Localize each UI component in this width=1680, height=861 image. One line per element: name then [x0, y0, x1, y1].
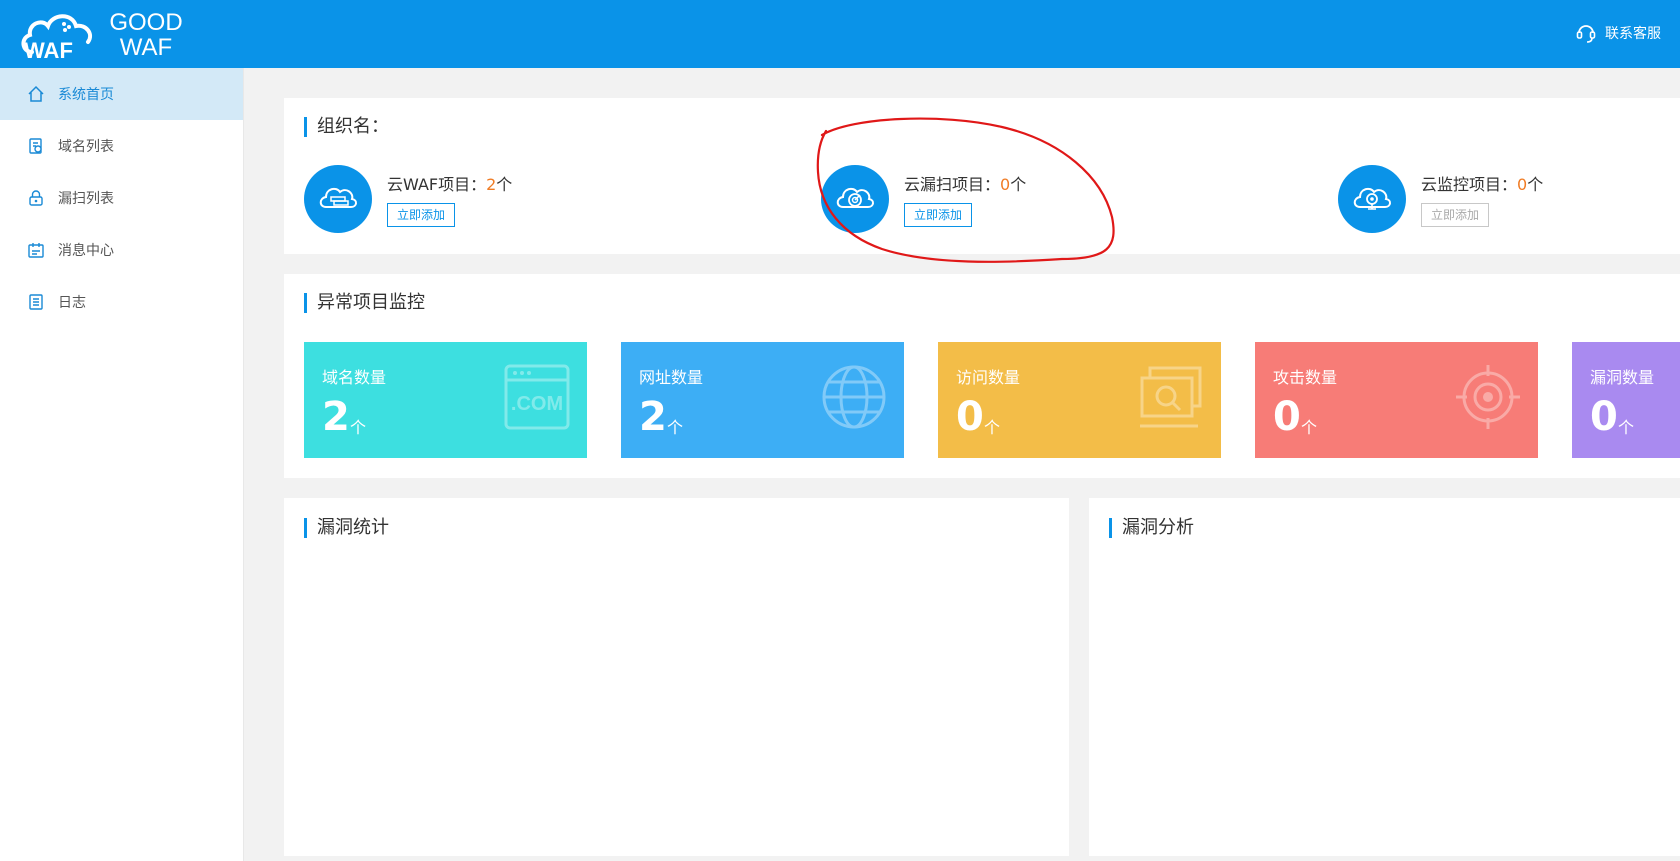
- dotcom-icon: .COM: [504, 364, 570, 430]
- target-icon: [1456, 365, 1520, 429]
- monitor-card: 异常项目监控 域名数量 2 个 .COM 网址数量 2 个 访问数量 0 个 攻…: [284, 274, 1680, 478]
- project-count: 2: [486, 175, 497, 194]
- project-label: 云WAF项目：2个: [387, 171, 512, 195]
- add-cloud-monitor-button[interactable]: 立即添加: [1421, 203, 1490, 227]
- vuln-stats-card: 漏洞统计: [284, 498, 1069, 856]
- tile-unit: 个: [667, 418, 684, 437]
- project-unit: 个: [496, 175, 513, 194]
- tile-value: 0: [956, 394, 984, 440]
- tile-value: 2: [639, 394, 667, 440]
- dotcom-text: .COM: [511, 393, 563, 415]
- tile-label: 访问数量: [956, 368, 1021, 387]
- project-cloud-waf: 云WAF项目：2个 立即添加: [304, 165, 704, 235]
- sidebar-item-message-center[interactable]: 消息中心: [0, 224, 243, 276]
- tile-unit: 个: [350, 418, 367, 437]
- cloud-waf-circle: [304, 165, 372, 233]
- sidebar-item-label: 系统首页: [58, 87, 114, 103]
- sidebar-item-domain-list[interactable]: 域名列表: [0, 120, 243, 172]
- red-annotation-circle: [816, 117, 1115, 263]
- project-count: 0: [1517, 175, 1528, 194]
- project-name: 云监控项目：: [1421, 175, 1518, 194]
- cloud-monitor-icon: [1353, 187, 1391, 210]
- home-icon: [28, 85, 44, 102]
- tile-vuln-count[interactable]: 漏洞数量 0 个: [1572, 342, 1680, 458]
- top-header: WAF GOOD WAF 联系客服: [0, 0, 1680, 68]
- logo-mark-text: WAF: [24, 38, 73, 60]
- project-label: 云监控项目：0个: [1421, 171, 1543, 195]
- cloud-logo-icon: WAF: [21, 14, 93, 60]
- tile-attack-count[interactable]: 攻击数量 0 个: [1255, 342, 1538, 458]
- tile-unit: 个: [984, 418, 1001, 437]
- org-title: 组织名：: [304, 117, 389, 137]
- vuln-analysis-title: 漏洞分析: [1109, 518, 1194, 538]
- tile-value: 0: [1590, 394, 1618, 440]
- contact-label: 联系客服: [1605, 26, 1661, 42]
- sidebar-item-label: 消息中心: [58, 243, 114, 259]
- sidebar: 系统首页 域名列表 漏扫列表 消息中心 日志: [0, 68, 244, 861]
- message-icon: [28, 243, 44, 258]
- sidebar-item-scan-list[interactable]: 漏扫列表: [0, 172, 243, 224]
- vuln-stats-title: 漏洞统计: [304, 518, 389, 538]
- log-icon: [29, 294, 43, 310]
- logo-line2: WAF: [119, 34, 173, 61]
- tile-label: 攻击数量: [1273, 368, 1338, 387]
- tile-value: 2: [322, 394, 350, 440]
- sidebar-item-label: 日志: [58, 295, 86, 311]
- logo-line1: GOOD: [109, 9, 183, 36]
- sidebar-item-label: 漏扫列表: [58, 191, 114, 207]
- sidebar-item-home[interactable]: 系统首页: [0, 68, 243, 120]
- headset-icon: [1576, 25, 1596, 43]
- lock-icon: [29, 190, 43, 206]
- cloud-monitor-circle: [1338, 165, 1406, 233]
- sidebar-item-label: 域名列表: [58, 139, 114, 155]
- tile-label: 漏洞数量: [1590, 368, 1655, 387]
- domain-list-icon: [29, 138, 42, 154]
- monitor-title: 异常项目监控: [304, 293, 425, 313]
- logo-text: GOOD WAF: [104, 10, 188, 60]
- globe-icon: [822, 365, 886, 429]
- tile-url-count[interactable]: 网址数量 2 个: [621, 342, 904, 458]
- cloud-waf-icon: [319, 187, 357, 208]
- vuln-analysis-card: 漏洞分析: [1089, 498, 1680, 856]
- tile-label: 域名数量: [322, 368, 387, 387]
- tile-domain-count[interactable]: 域名数量 2 个 .COM: [304, 342, 587, 458]
- add-cloud-waf-button[interactable]: 立即添加: [387, 203, 456, 227]
- contact-support-link[interactable]: 联系客服: [1575, 22, 1680, 44]
- tile-visit-count[interactable]: 访问数量 0 个: [938, 342, 1221, 458]
- tile-value: 0: [1273, 394, 1301, 440]
- tile-unit: 个: [1301, 418, 1318, 437]
- project-name: 云WAF项目：: [387, 175, 487, 194]
- tile-unit: 个: [1618, 418, 1635, 437]
- logo[interactable]: WAF GOOD WAF: [20, 8, 190, 60]
- tile-label: 网址数量: [639, 368, 704, 387]
- sidebar-item-log[interactable]: 日志: [0, 276, 243, 328]
- project-cloud-monitor: 云监控项目：0个 立即添加: [1338, 165, 1668, 235]
- search-screen-icon: [1140, 366, 1202, 428]
- project-unit: 个: [1527, 175, 1544, 194]
